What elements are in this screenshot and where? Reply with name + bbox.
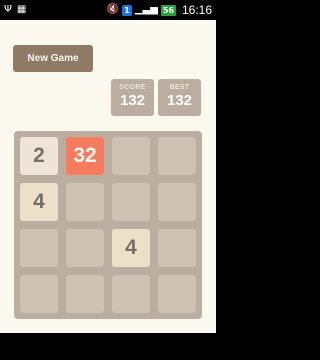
notification-badge: 1 [122,4,132,16]
grid-cell [66,229,104,267]
grid-cell [158,183,196,221]
signal-icon: ▁▃▅ [134,4,158,15]
best-value: 132 [166,92,193,109]
status-bar: Ψ ▦ 🔇 1 ▁▃▅ 56 16:16 [0,0,216,20]
grid-cell [66,275,104,313]
grid-cell [20,275,58,313]
game-board[interactable]: 2 32 4 4 [14,131,202,319]
clock: 16:16 [181,3,212,17]
score-box: SCORE 132 [111,79,154,116]
tile-4: 4 [20,183,58,221]
screenshot-icon: ▦ [16,4,27,15]
grid-cell [20,229,58,267]
grid-cell [158,229,196,267]
mute-icon: 🔇 [106,4,120,15]
best-label: BEST [169,84,190,91]
new-game-button[interactable]: New Game [13,45,93,72]
tile-2: 2 [20,137,58,175]
grid-cell [158,275,196,313]
grid-cell [158,137,196,175]
grid-cell [66,183,104,221]
tile-32: 32 [66,137,104,175]
grid-cell [112,183,150,221]
game-screen: New Game SCORE 132 BEST 132 2 32 4 4 [0,20,216,333]
usb-icon: Ψ [4,4,12,15]
grid-cell [112,137,150,175]
nav-bar [0,333,216,360]
score-label: SCORE [119,84,146,91]
battery-level: 56 [160,4,176,16]
best-box: BEST 132 [158,79,201,116]
grid-cell [112,275,150,313]
tile-4: 4 [112,229,150,267]
score-value: 132 [119,92,146,109]
